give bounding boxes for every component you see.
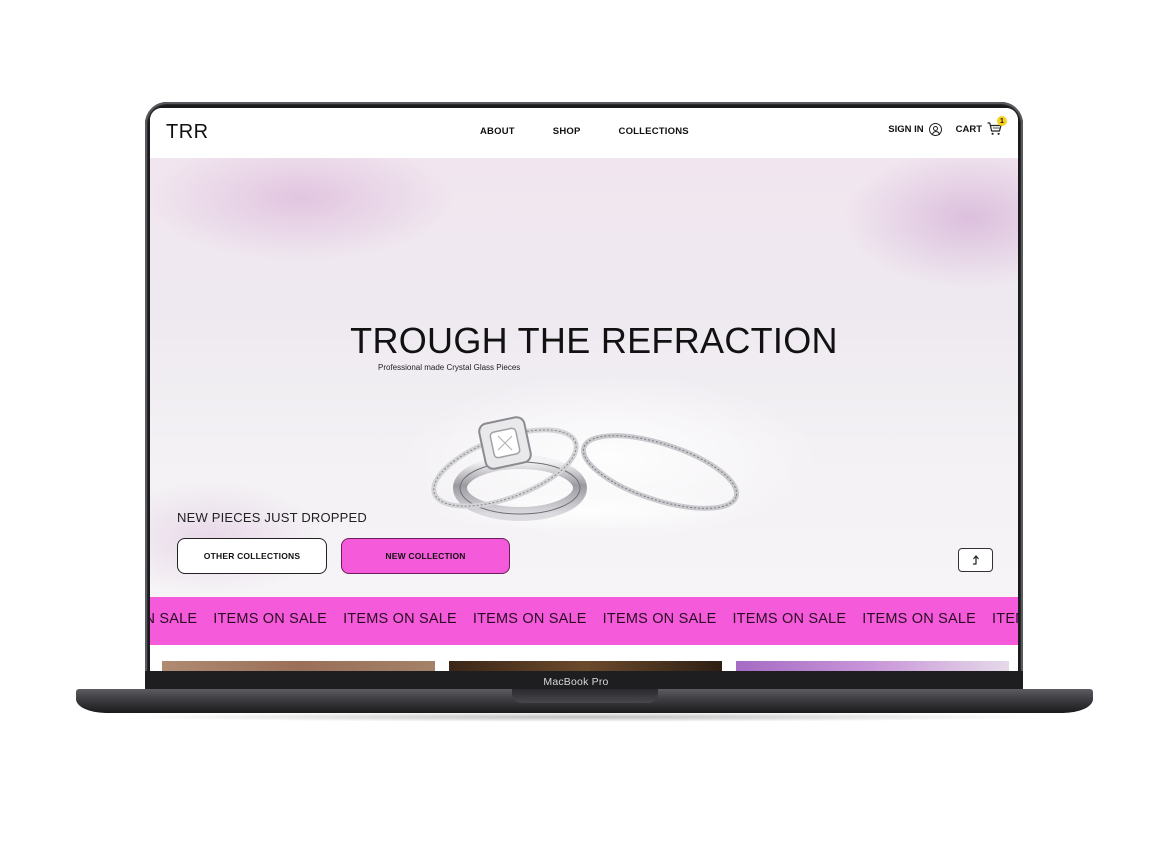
sale-marquee: ON SALE ITEMS ON SALE ITEMS ON SALE ITEM… — [150, 597, 1018, 645]
scroll-up-button[interactable] — [958, 548, 993, 572]
stage: TRR ABOUT SHOP COLLECTIONS SIGN IN CART — [0, 0, 1152, 848]
marquee-item: ITEMS ON SALE — [732, 611, 847, 627]
laptop-screen: TRR ABOUT SHOP COLLECTIONS SIGN IN CART — [150, 108, 1018, 671]
marquee-item: ITEMS ON SALE — [862, 611, 977, 627]
device-label: MacBook Pro — [543, 676, 609, 688]
laptop-shadow — [120, 712, 1050, 722]
cart-button[interactable]: CART 1 — [955, 116, 1007, 136]
nav-actions: SIGN IN CART 1 — [888, 116, 1007, 136]
marquee-item: ITEMS ON SALE — [213, 611, 328, 627]
hero-section: TROUGH THE REFRACTION Professional made … — [150, 158, 1018, 598]
hero-title: TROUGH THE REFRACTION — [350, 320, 838, 361]
nav-link-about[interactable]: ABOUT — [480, 126, 515, 137]
sign-in-button[interactable]: SIGN IN — [888, 122, 942, 136]
nav-link-collections[interactable]: COLLECTIONS — [619, 126, 689, 137]
cart-label: CART — [955, 123, 982, 135]
product-card[interactable] — [449, 661, 722, 671]
marquee-item: ON SALE — [150, 611, 198, 627]
laptop-notch — [512, 689, 658, 703]
marquee-item: ITEMS ON SALE — [343, 611, 457, 627]
cart-icon: 1 — [987, 116, 1007, 136]
product-card[interactable] — [162, 661, 435, 671]
user-icon — [928, 122, 942, 136]
product-card[interactable] — [736, 661, 1009, 671]
sign-in-label: SIGN IN — [888, 123, 924, 135]
arrow-up-icon — [972, 555, 979, 565]
marquee-item: ITEMS ON SALE — [472, 611, 587, 627]
marquee-item: ITEMS ON SALE — [602, 611, 717, 627]
marquee-track: ON SALE ITEMS ON SALE ITEMS ON SALE ITEM… — [150, 611, 1018, 627]
brand-logo[interactable]: TRR — [166, 121, 209, 144]
nav-link-shop[interactable]: SHOP — [553, 126, 581, 137]
nav-links: ABOUT SHOP COLLECTIONS — [480, 126, 689, 137]
rings-image — [430, 416, 750, 528]
drop-announcement: NEW PIECES JUST DROPPED — [177, 510, 368, 525]
new-collection-button[interactable]: NEW COLLECTION — [341, 538, 510, 574]
marquee-item: ITEMS ON SALE — [992, 611, 1018, 627]
product-grid — [162, 661, 1009, 671]
hero-subtitle: Professional made Crystal Glass Pieces — [378, 363, 521, 372]
top-nav: TRR ABOUT SHOP COLLECTIONS SIGN IN CART — [150, 108, 1018, 158]
other-collections-button[interactable]: OTHER COLLECTIONS — [177, 538, 327, 574]
cart-count-badge: 1 — [997, 116, 1007, 126]
